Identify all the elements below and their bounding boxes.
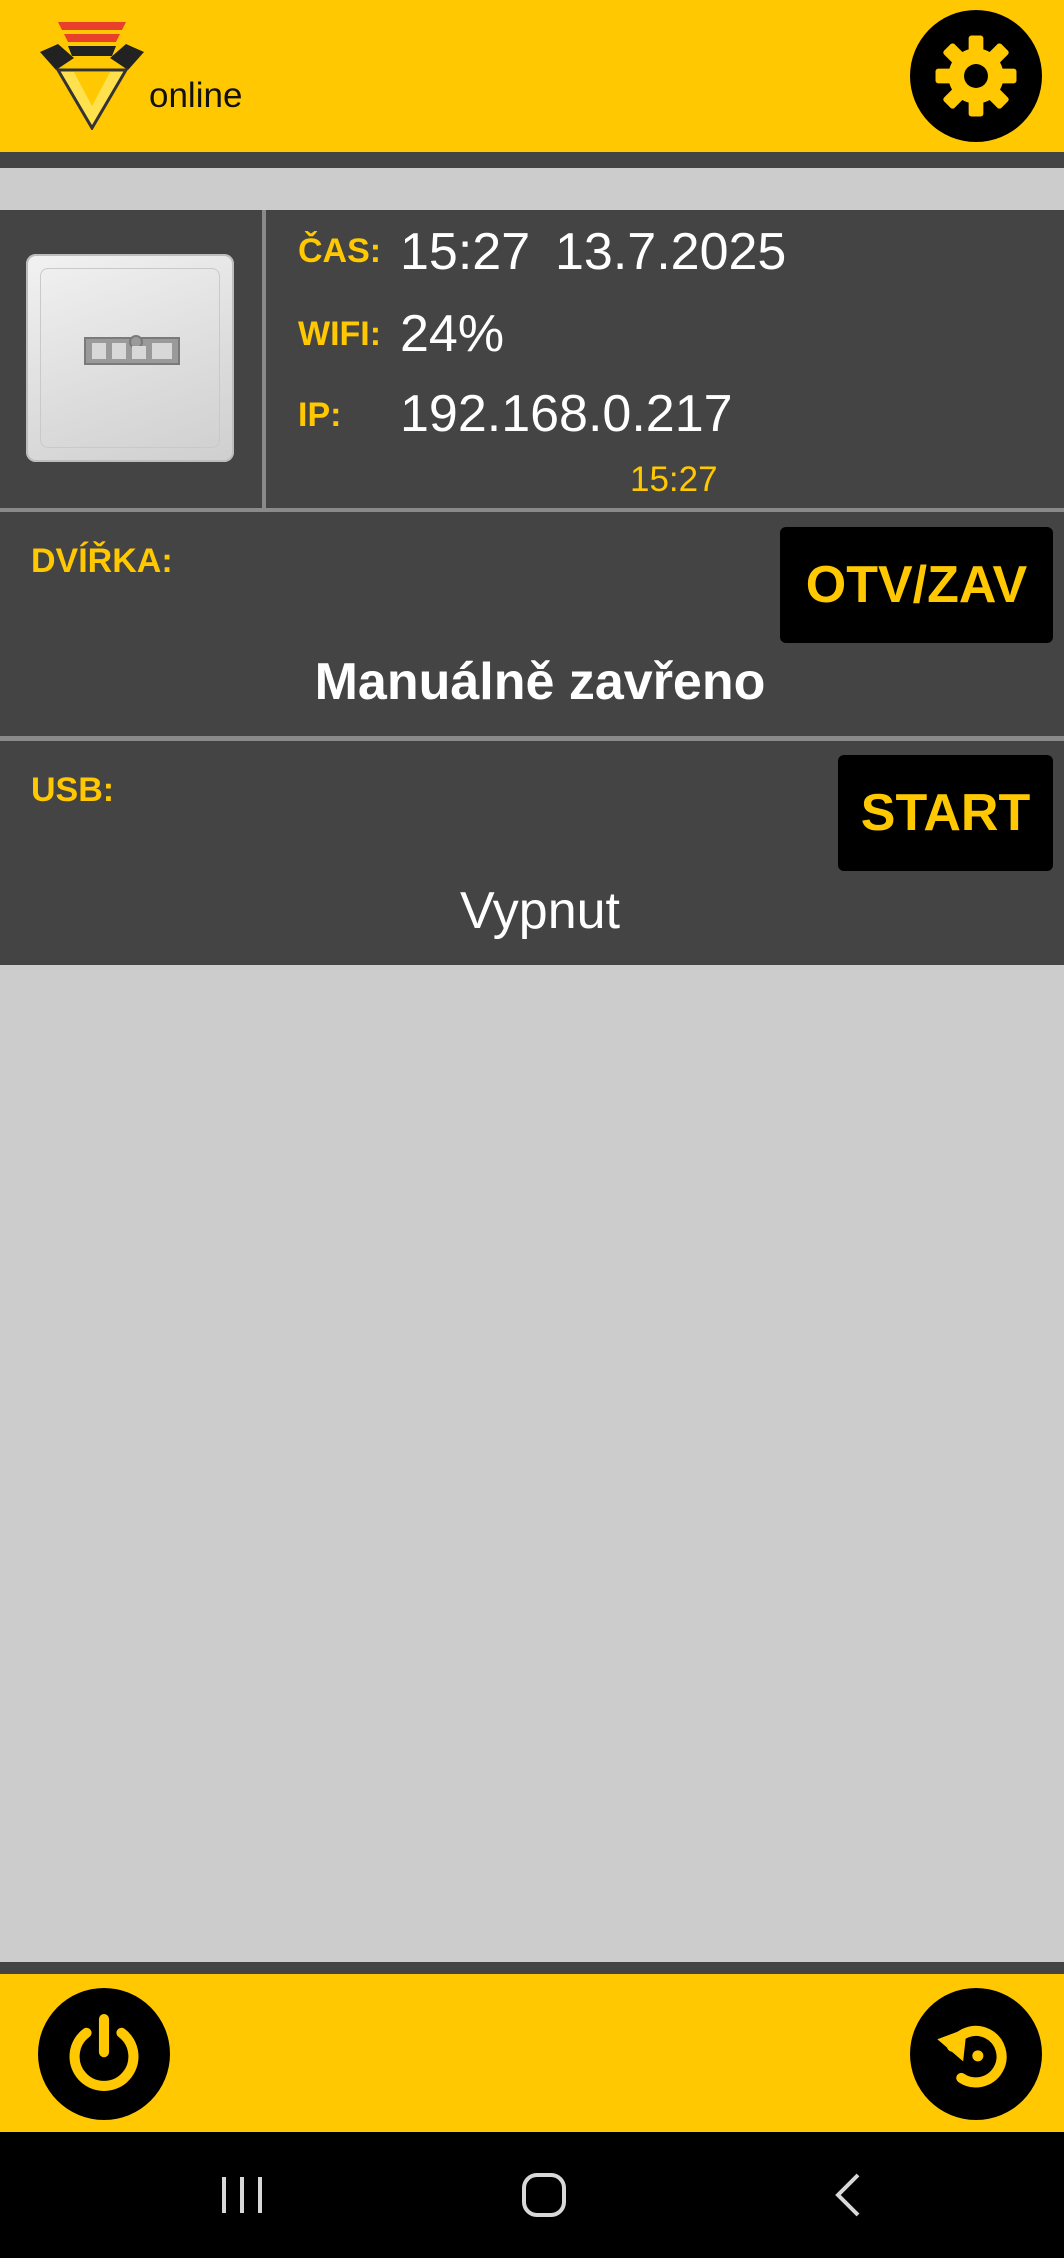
usb-state: Vypnut [460,882,620,940]
door-state: Manuálně zavřeno [314,653,766,711]
power-button[interactable] [38,1988,170,2120]
time-value: 15:27 [400,223,531,281]
wifi-label: WIFI: [298,315,382,353]
wifi-value: 24% [400,305,505,363]
header-divider [0,152,1064,168]
ip-value: 192.168.0.217 [400,385,733,443]
device-brand-logo [84,334,180,368]
date-value: 13.7.2025 [555,223,787,281]
triangle-logo-icon [38,22,146,131]
usb-start-button[interactable]: START [838,755,1053,871]
footer-divider [0,1962,1064,1974]
door-label: DVÍŘKA: [31,542,173,580]
home-button[interactable] [504,2162,584,2228]
recent-apps-button[interactable] [202,2162,282,2228]
device-thumbnail[interactable] [26,254,234,462]
gear-icon [935,35,1017,117]
power-icon [69,2013,139,2091]
ip-label: IP: [298,396,342,434]
open-close-button[interactable]: OTV/ZAV [780,527,1053,643]
usb-panel: USB: START Vypnut [0,741,1064,965]
door-panel: DVÍŘKA: OTV/ZAV Manuálně zavřeno [0,512,1064,736]
device-thumbnail-frame [0,210,262,508]
back-button[interactable] [808,2162,888,2228]
time-label: ČAS: [298,232,382,270]
restart-button[interactable] [910,1988,1042,2120]
recents-icon [222,2177,262,2213]
info-panel [0,210,1064,508]
connection-status: online [149,76,243,115]
system-nav-bar [0,2132,1064,2258]
restart-icon [937,2025,1007,2088]
home-icon [522,2173,566,2217]
last-update-time: 15:27 [630,460,718,499]
app-header: online [0,0,1064,152]
back-chevron-icon [835,2173,860,2217]
app-footer [0,1974,1064,2132]
settings-button[interactable] [910,10,1042,142]
usb-label: USB: [31,771,115,809]
vertical-divider [262,210,266,508]
